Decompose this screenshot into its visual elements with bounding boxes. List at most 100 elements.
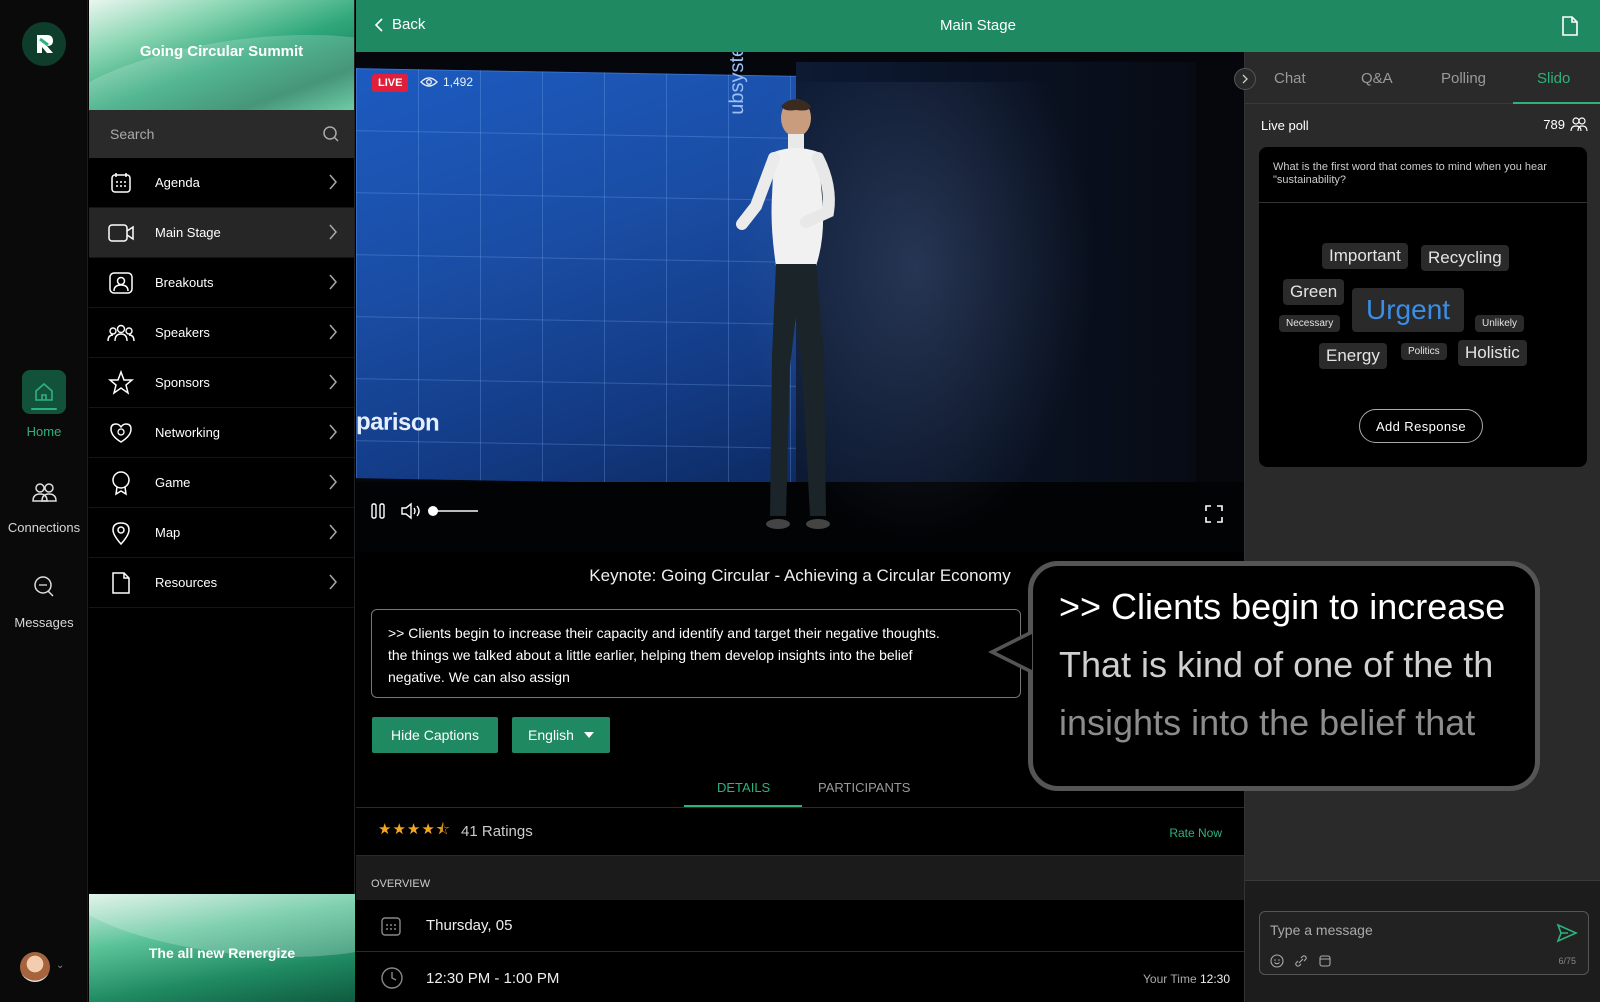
promo-text: The all new Renergize [148, 945, 296, 961]
active-indicator [31, 408, 57, 410]
chevron-right-icon [329, 424, 337, 440]
event-banner: Going Circular Summit [89, 0, 354, 110]
rail-item-connections[interactable]: Connections [0, 470, 88, 535]
chevron-right-icon [329, 224, 337, 240]
tab-chat[interactable]: Chat [1274, 70, 1306, 87]
live-badge: LIVE [372, 74, 409, 92]
bubble-tail-inner [996, 634, 1032, 670]
caption-line: >> Clients begin to increase their capac… [388, 625, 940, 641]
nav-item-map[interactable]: Map [89, 508, 354, 558]
emoji-icon[interactable] [1270, 954, 1284, 968]
fullscreen-icon[interactable] [1204, 504, 1224, 524]
pause-icon[interactable] [370, 502, 386, 520]
word-cloud-item: Holistic [1458, 340, 1527, 366]
tab-polling[interactable]: Polling [1441, 70, 1486, 87]
word-cloud-item: Urgent [1352, 288, 1465, 332]
nav-item-game[interactable]: Game [89, 458, 354, 508]
rail-label-connections: Connections [7, 520, 81, 535]
zoom-caption-line: insights into the belief that [1059, 702, 1476, 743]
nav-item-speakers[interactable]: Speakers [89, 308, 354, 358]
session-time-row: 12:30 PM - 1:00 PM Your Time 12:30 [356, 952, 1244, 1002]
document-icon[interactable] [1560, 15, 1580, 37]
caret-down-icon [583, 732, 594, 738]
clock-icon [380, 966, 406, 990]
tab-details[interactable]: DETAILS [717, 780, 770, 795]
collapse-panel-button[interactable] [1234, 68, 1256, 90]
trophy-icon [107, 469, 135, 497]
caption-line: the things we talked about a little earl… [388, 647, 913, 663]
search-input[interactable]: Search [89, 110, 354, 158]
page-title: Main Stage [940, 17, 1016, 34]
top-bar: Back Main Stage [356, 0, 1600, 52]
event-nav: Going Circular Summit Search Agenda Main… [89, 0, 355, 1002]
nav-item-networking[interactable]: Networking [89, 408, 354, 458]
tab-slido[interactable]: Slido [1537, 70, 1570, 87]
user-avatar[interactable] [20, 952, 50, 982]
star-icon [107, 369, 135, 397]
word-cloud-item: Recycling [1421, 245, 1509, 271]
logo-icon [37, 35, 53, 53]
document-icon [107, 569, 135, 597]
promo-banner[interactable]: The all new Renergize [89, 894, 355, 1002]
group-icon [107, 319, 135, 347]
word-cloud-item: Green [1283, 279, 1345, 305]
send-icon[interactable] [1556, 922, 1578, 944]
ratings-count: 41 Ratings [461, 823, 533, 840]
add-response-button[interactable]: Add Response [1359, 409, 1483, 443]
tab-qa[interactable]: Q&A [1361, 70, 1393, 87]
slide-text: parison [356, 408, 440, 437]
tab-participants[interactable]: PARTICIPANTS [818, 780, 910, 795]
chevron-right-icon [329, 574, 337, 590]
volume-icon[interactable] [400, 502, 422, 520]
rate-now-link[interactable]: Rate Now [1169, 826, 1222, 840]
message-placeholder: Type a message [1270, 922, 1373, 938]
attach-icon[interactable] [1294, 954, 1308, 968]
poll-count-value: 789 [1543, 116, 1565, 132]
nav-label: Agenda [155, 175, 200, 190]
nav-item-agenda[interactable]: Agenda [89, 158, 354, 208]
eye-icon [420, 77, 438, 87]
nav-label: Map [155, 525, 181, 540]
nav-item-main-stage[interactable]: Main Stage [89, 208, 354, 258]
zoom-caption-line: That is kind of one of the th [1059, 644, 1494, 685]
nav-item-sponsors[interactable]: Sponsors [89, 358, 354, 408]
nav-item-resources[interactable]: Resources [89, 558, 354, 608]
caption-line: negative. We can also assign [388, 669, 570, 685]
nav-label: Networking [155, 425, 221, 440]
calendar-icon [107, 169, 135, 197]
session-time: 12:30 PM - 1:00 PM [426, 969, 560, 987]
rating-stars: ★★★★⯪ [378, 821, 452, 838]
calendar-icon[interactable] [1318, 954, 1332, 968]
side-panel-tabs: Chat Q&A Polling Slido [1234, 52, 1600, 104]
word-cloud-item: Important [1322, 243, 1408, 269]
volume-knob[interactable] [428, 506, 438, 516]
video-camera-icon [107, 219, 135, 247]
chevron-right-icon [329, 474, 337, 490]
hide-captions-button[interactable]: Hide Captions [372, 717, 498, 753]
active-tab-indicator [1513, 102, 1600, 104]
nav-item-breakouts[interactable]: Breakouts [89, 258, 354, 308]
volume-slider[interactable] [428, 506, 478, 516]
word-cloud-item: Energy [1319, 343, 1387, 369]
language-select[interactable]: English [512, 717, 610, 753]
app-logo[interactable] [22, 22, 66, 66]
poll-question: What is the first word that comes to min… [1259, 147, 1587, 203]
nav-label: Main Stage [155, 225, 221, 240]
chevron-down-icon[interactable]: ⌄ [56, 960, 64, 971]
poll-card: What is the first word that comes to min… [1259, 147, 1587, 467]
rail-item-messages[interactable]: Messages [0, 565, 88, 630]
language-value: English [528, 727, 574, 743]
player-controls [370, 502, 478, 520]
stage-screen: ubsystem parison [356, 52, 796, 486]
poll-title: Live poll [1261, 118, 1309, 133]
word-cloud-item: Politics [1401, 343, 1447, 360]
app-rail: Home Connections Messages ⌄ [0, 0, 88, 1002]
video-player[interactable]: ubsystem parison LIVE 1,492 [356, 52, 1244, 552]
breakout-icon [107, 269, 135, 297]
word-cloud-item: Necessary [1279, 315, 1341, 332]
people-icon [22, 470, 66, 514]
caption-zoom-bubble: >> Clients begin to increase That is kin… [1028, 561, 1540, 791]
message-input[interactable]: Type a message 6/75 [1259, 911, 1589, 975]
rail-item-home[interactable]: Home [0, 370, 88, 439]
chat-icon [22, 565, 66, 609]
